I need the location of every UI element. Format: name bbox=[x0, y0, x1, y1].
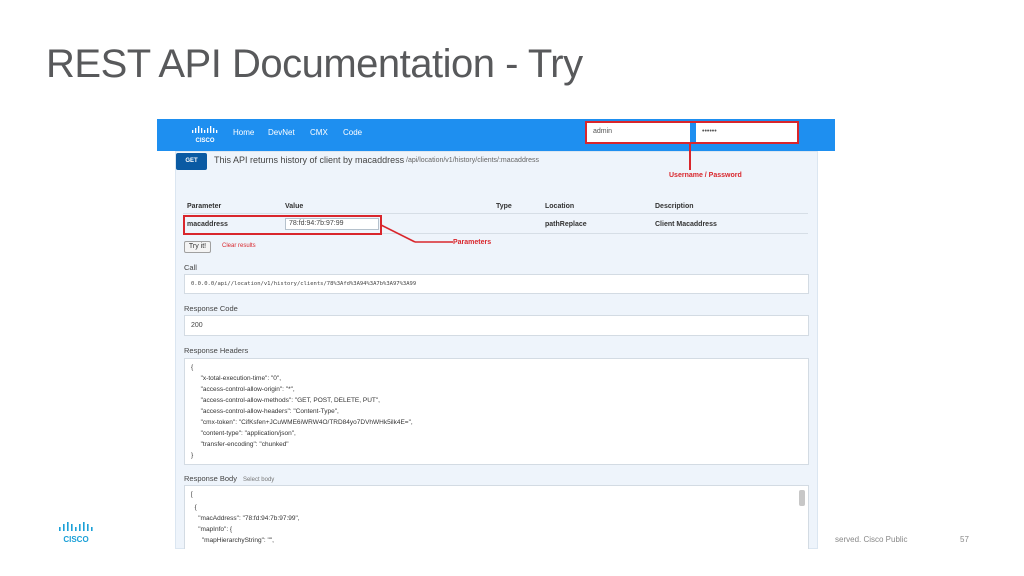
header-line: "content-type": "application/json", bbox=[197, 430, 296, 437]
clear-results-link[interactable]: Clear results bbox=[222, 243, 256, 249]
call-url-box: 0.0.0.0/api//location/v1/history/clients… bbox=[184, 274, 809, 294]
param-description: Client Macaddress bbox=[655, 221, 717, 228]
response-body-box: [ { "macAddress": "78:fd:94:7b:97:99", "… bbox=[184, 485, 809, 549]
body-line: [ bbox=[191, 491, 193, 498]
header-line: { bbox=[191, 364, 194, 371]
col-header-parameter: Parameter bbox=[187, 203, 222, 210]
api-doc-screenshot: CISCO Home DevNet CMX Code admin •••••• … bbox=[157, 119, 835, 549]
page-number: 57 bbox=[960, 535, 969, 544]
col-header-type: Type bbox=[496, 203, 512, 210]
body-line: { bbox=[191, 504, 197, 511]
navbar-logo-text: CISCO bbox=[195, 138, 214, 144]
response-body-label-text: Response Body bbox=[184, 474, 237, 483]
call-url: 0.0.0.0/api//location/v1/history/clients… bbox=[191, 281, 417, 287]
parameters-pointer-line bbox=[381, 224, 453, 243]
response-code-box: 200 bbox=[184, 315, 809, 336]
header-line: "transfer-encoding": "chunked" bbox=[197, 441, 289, 448]
header-line: "access-control-allow-headers": "Content… bbox=[197, 408, 339, 415]
header-line: "access-control-allow-origin": "*", bbox=[197, 386, 295, 393]
select-body-link[interactable]: Select body bbox=[243, 477, 274, 483]
endpoint-description: This API returns history of client by ma… bbox=[214, 155, 405, 165]
body-line: "mapHierarchyString": "", bbox=[191, 537, 274, 544]
endpoint-path: /api/location/v1/history/clients/:macadd… bbox=[406, 157, 540, 164]
slide-title: REST API Documentation - Try bbox=[46, 42, 583, 86]
response-body-label: Response Body Select body bbox=[184, 474, 274, 483]
col-header-location: Location bbox=[545, 203, 575, 210]
credentials-pointer-line bbox=[689, 144, 691, 170]
response-code-label: Response Code bbox=[184, 304, 238, 313]
call-label: Call bbox=[184, 263, 197, 272]
footer-logo-text: CISCO bbox=[63, 535, 88, 544]
credentials-highlight bbox=[585, 121, 799, 144]
cisco-logo: CISCO bbox=[192, 126, 218, 144]
header-line: "access-control-allow-methods": "GET, PO… bbox=[197, 397, 380, 404]
parameters-highlight bbox=[183, 215, 382, 235]
response-headers-label: Response Headers bbox=[184, 346, 249, 355]
try-it-button[interactable]: Try it! bbox=[184, 241, 211, 253]
nav-link-code[interactable]: Code bbox=[343, 128, 362, 137]
parameters-callout: Parameters bbox=[453, 239, 492, 246]
col-header-value: Value bbox=[285, 203, 304, 210]
nav-link-devnet[interactable]: DevNet bbox=[268, 128, 295, 137]
response-code-value: 200 bbox=[191, 322, 203, 329]
get-method-badge[interactable]: GET bbox=[176, 153, 207, 170]
footer-confidentiality: served. Cisco Public bbox=[835, 535, 908, 544]
body-line: "macAddress": "78:fd:94:7b:97:99", bbox=[191, 515, 300, 522]
header-line: "cmx-token": "CifKsfen+JCuWME6iWRW4O/TRD… bbox=[197, 419, 413, 426]
credentials-callout: Username / Password bbox=[669, 172, 742, 179]
param-location: pathReplace bbox=[545, 221, 587, 228]
cisco-footer-logo: CISCO bbox=[59, 522, 93, 544]
body-line: "mapInfo": { bbox=[191, 526, 233, 533]
col-header-description: Description bbox=[655, 203, 694, 210]
table-header-divider bbox=[183, 213, 808, 214]
header-line: "x-total-execution-time": "0", bbox=[197, 375, 282, 382]
nav-link-home[interactable]: Home bbox=[233, 128, 254, 137]
nav-link-cmx[interactable]: CMX bbox=[310, 128, 328, 137]
response-headers-box: { "x-total-execution-time": "0", "access… bbox=[184, 358, 809, 465]
response-body-scrollbar[interactable] bbox=[799, 490, 805, 506]
header-line: } bbox=[191, 452, 194, 459]
